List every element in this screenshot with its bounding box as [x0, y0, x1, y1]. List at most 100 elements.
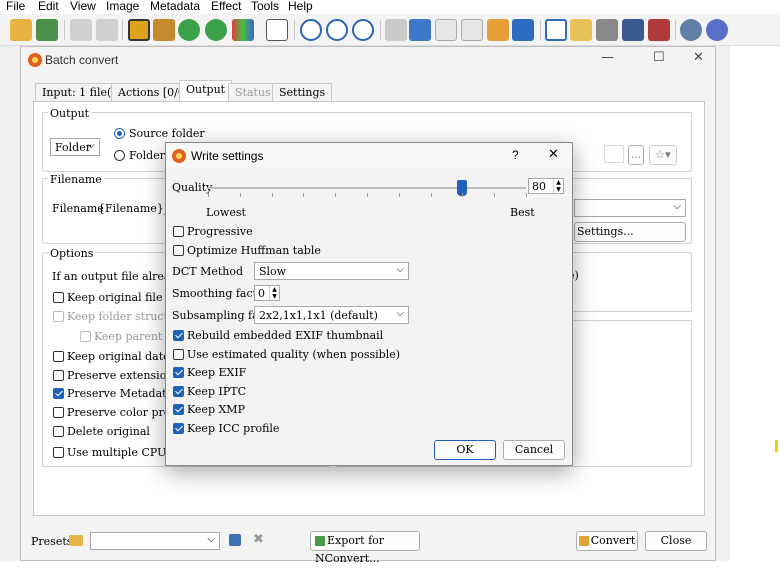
menu-metadata[interactable]: Metadata: [150, 0, 200, 13]
tab-settings[interactable]: Settings: [272, 83, 333, 101]
keep-exif-checkbox[interactable]: [173, 367, 184, 378]
toolbar-separator: [64, 20, 65, 40]
zoom-fit-icon[interactable]: [326, 19, 348, 41]
browse-icon[interactable]: [10, 19, 32, 41]
presets-select[interactable]: ⌵: [90, 532, 220, 550]
slideshow-icon[interactable]: [487, 19, 509, 41]
convert-label: Convert: [590, 534, 636, 547]
smoothing-factor-spinbox[interactable]: 0 ▲ ▼: [254, 285, 280, 301]
preserve-metadata-checkbox[interactable]: [53, 388, 64, 399]
close-button[interactable]: Close: [645, 531, 707, 551]
chevron-down-icon: ⌵: [396, 308, 404, 319]
histogram-icon[interactable]: [266, 19, 288, 41]
menu-edit[interactable]: Edit: [38, 0, 59, 13]
rotate-left-icon[interactable]: [178, 19, 200, 41]
export-nconvert-button[interactable]: Export for NConvert...: [310, 531, 420, 565]
filename-input[interactable]: {Filename}_result: [98, 202, 168, 215]
ok-button[interactable]: OK: [434, 440, 496, 460]
menu-view[interactable]: View: [70, 0, 96, 13]
if-exists-label: If an output file already exists: [52, 270, 182, 283]
scanner-icon[interactable]: [622, 19, 644, 41]
next-icon[interactable]: [409, 19, 431, 41]
keep-folder-structure-checkbox[interactable]: [53, 311, 64, 322]
progressive-checkbox[interactable]: [173, 226, 184, 237]
spin-arrows-icon[interactable]: ▲ ▼: [269, 286, 279, 300]
source-folder-radio[interactable]: [114, 128, 125, 139]
spin-arrows-icon[interactable]: ▲ ▼: [553, 179, 563, 193]
delete-original-checkbox[interactable]: [53, 426, 64, 437]
dct-method-select[interactable]: Slow ⌵: [254, 262, 409, 280]
slider-tick: [494, 193, 495, 197]
slider-tick: [272, 193, 273, 197]
cancel-button[interactable]: Cancel: [503, 440, 565, 460]
dct-method-value: Slow: [259, 265, 287, 278]
folder-radio[interactable]: [114, 150, 125, 161]
toolbar-separator: [122, 20, 123, 40]
batch-icon[interactable]: [128, 19, 150, 41]
preset-folder-icon[interactable]: [69, 535, 83, 546]
format-settings-button[interactable]: Settings...: [574, 222, 686, 242]
quality-best-label: Best: [510, 206, 535, 219]
redo-icon[interactable]: [96, 19, 118, 41]
minimize-button[interactable]: —: [601, 50, 614, 65]
zoom-in-icon[interactable]: [300, 19, 322, 41]
keep-original-file-checkbox[interactable]: [53, 292, 64, 303]
print-icon[interactable]: [596, 19, 618, 41]
copy-icon[interactable]: [153, 19, 175, 41]
browse-folder-button[interactable]: ...: [628, 145, 644, 165]
output-type-select[interactable]: Folder ⌵: [50, 138, 100, 156]
preserve-extension-checkbox[interactable]: [53, 370, 64, 381]
export-nconvert-label: Export for NConvert...: [315, 534, 385, 565]
keep-parent-folder-checkbox[interactable]: [80, 331, 91, 342]
delete-preset-icon[interactable]: ✖: [253, 532, 264, 547]
last-icon[interactable]: [461, 19, 483, 41]
optimize-huffman-checkbox[interactable]: [173, 245, 184, 256]
tab-output[interactable]: Output: [179, 80, 233, 102]
quality-slider-track[interactable]: [208, 187, 526, 189]
rotate-right-icon[interactable]: [205, 19, 227, 41]
keep-original-date-checkbox[interactable]: [53, 351, 64, 362]
edit-icon[interactable]: [570, 19, 592, 41]
dialog-help-button[interactable]: ?: [512, 148, 519, 162]
adjust-icon[interactable]: [232, 19, 254, 41]
menu-effect[interactable]: Effect: [211, 0, 241, 13]
estimated-quality-checkbox[interactable]: [173, 349, 184, 360]
menu-tools[interactable]: Tools: [251, 0, 279, 13]
preserve-color-profile-checkbox[interactable]: [53, 407, 64, 418]
menu-image[interactable]: Image: [106, 0, 139, 13]
format-select[interactable]: ⌵: [574, 199, 686, 217]
keep-xmp-checkbox[interactable]: [173, 404, 184, 415]
dialog-close-button[interactable]: ✕: [548, 147, 559, 162]
keep-iptc-checkbox[interactable]: [173, 386, 184, 397]
zoom-out-icon[interactable]: [352, 19, 374, 41]
text-cursor-marker: [775, 440, 778, 452]
screen-icon[interactable]: [648, 19, 670, 41]
previous-icon[interactable]: [385, 19, 407, 41]
save-icon[interactable]: [36, 19, 58, 41]
first-icon[interactable]: [435, 19, 457, 41]
fullscreen-icon[interactable]: [545, 19, 567, 41]
preserve-metadata-label: Preserve Metadata: [67, 387, 174, 400]
settings-icon[interactable]: [680, 19, 702, 41]
help-icon[interactable]: [706, 19, 728, 41]
rebuild-exif-thumbnail-checkbox[interactable]: [173, 330, 184, 341]
save-preset-icon[interactable]: [229, 534, 241, 546]
menu-help[interactable]: Help: [288, 0, 313, 13]
maximize-button[interactable]: ☐: [653, 50, 665, 65]
subsampling-factor-select[interactable]: 2x2,1x1,1x1 (default) ⌵: [254, 306, 409, 324]
keep-icc-profile-checkbox[interactable]: [173, 423, 184, 434]
close-window-button[interactable]: ✕: [693, 50, 704, 65]
favorites-star-button[interactable]: ☆▾: [649, 145, 677, 165]
quality-lowest-label: Lowest: [206, 206, 246, 219]
folder-path-select[interactable]: [604, 145, 624, 163]
slider-tick: [208, 193, 209, 197]
tab-status[interactable]: Status: [228, 83, 278, 101]
multiple-cpu-cores-checkbox[interactable]: [53, 447, 64, 458]
undo-icon[interactable]: [70, 19, 92, 41]
menu-file[interactable]: File: [6, 0, 25, 13]
quality-label: Quality: [172, 181, 213, 194]
options-group-label: Options: [48, 247, 96, 260]
quality-spinbox[interactable]: 80 ▲ ▼: [528, 178, 564, 194]
convert-button[interactable]: Convert: [576, 531, 638, 551]
capture-icon[interactable]: [512, 19, 534, 41]
